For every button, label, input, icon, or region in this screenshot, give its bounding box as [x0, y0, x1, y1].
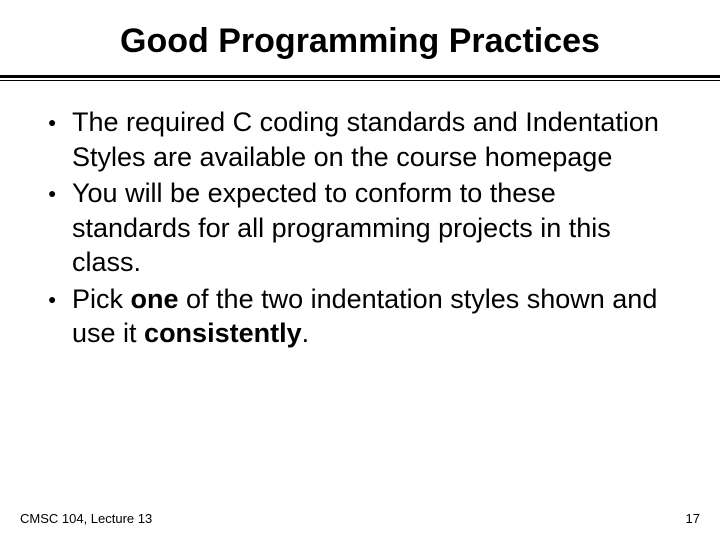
- slide-title: Good Programming Practices: [40, 22, 680, 61]
- list-item: ● Pick one of the two indentation styles…: [46, 282, 674, 351]
- page-number: 17: [686, 511, 700, 526]
- bullet-icon: ●: [46, 176, 72, 210]
- bullet-text: The required C coding standards and Inde…: [72, 105, 674, 174]
- footer-left: CMSC 104, Lecture 13: [20, 511, 152, 526]
- bullet-icon: ●: [46, 105, 72, 139]
- list-item: ● The required C coding standards and In…: [46, 105, 674, 174]
- bullet-icon: ●: [46, 282, 72, 316]
- bullet-text: You will be expected to conform to these…: [72, 176, 674, 280]
- title-rule-thin: [0, 80, 720, 81]
- list-item: ● You will be expected to conform to the…: [46, 176, 674, 280]
- bullet-text: Pick one of the two indentation styles s…: [72, 282, 674, 351]
- title-rule-thick: [0, 75, 720, 78]
- slide: Good Programming Practices ● The require…: [0, 0, 720, 540]
- bullet-list: ● The required C coding standards and In…: [40, 105, 680, 351]
